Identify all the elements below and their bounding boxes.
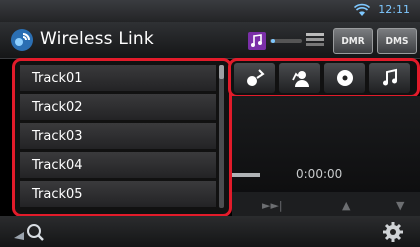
- album-button[interactable]: [324, 63, 365, 93]
- dms-button[interactable]: DMS: [377, 28, 417, 54]
- dmr-button[interactable]: DMR: [333, 28, 373, 54]
- page-title: Wireless Link: [40, 29, 154, 49]
- player-controls: [232, 192, 420, 216]
- track-item[interactable]: Track05: [20, 181, 216, 208]
- disc-icon: [336, 70, 353, 86]
- music-note-icon: [382, 68, 397, 86]
- list-scrollbar[interactable]: [219, 65, 224, 208]
- wifi-icon: [354, 3, 370, 16]
- title-bar: Wireless Link DMR DMS: [0, 22, 420, 59]
- equalizer-icon: [306, 33, 324, 46]
- scrollbar-thumb[interactable]: [219, 65, 224, 79]
- bottom-bar: [0, 216, 420, 247]
- track-item[interactable]: Track04: [20, 152, 216, 179]
- elapsed-time: 0:00:00: [296, 167, 343, 181]
- search-icon[interactable]: [10, 220, 50, 244]
- wireless-link-icon: [11, 29, 33, 51]
- next-track-icon[interactable]: ►►|: [262, 199, 283, 212]
- gear-icon[interactable]: [380, 220, 406, 244]
- status-bar: 12:11: [0, 0, 420, 22]
- thumbs-down-icon[interactable]: ▼: [396, 199, 404, 212]
- thumbs-up-icon[interactable]: ▲: [342, 199, 350, 212]
- guitar-button[interactable]: [234, 63, 275, 93]
- guitar-icon: [246, 69, 265, 86]
- playback-progress[interactable]: [232, 173, 260, 177]
- artist-icon: [291, 71, 309, 87]
- track-item[interactable]: Track02: [20, 94, 216, 121]
- music-icon: [248, 32, 266, 50]
- track-item[interactable]: Track03: [20, 123, 216, 150]
- mini-progress-icon: [270, 39, 302, 43]
- artist-button[interactable]: [279, 63, 320, 93]
- track-list: Track01 Track02 Track03 Track04 Track05: [12, 58, 232, 217]
- track-item[interactable]: Track01: [20, 65, 216, 92]
- clock: 12:11: [378, 3, 410, 16]
- song-button[interactable]: [369, 63, 410, 93]
- category-buttons: [228, 58, 420, 98]
